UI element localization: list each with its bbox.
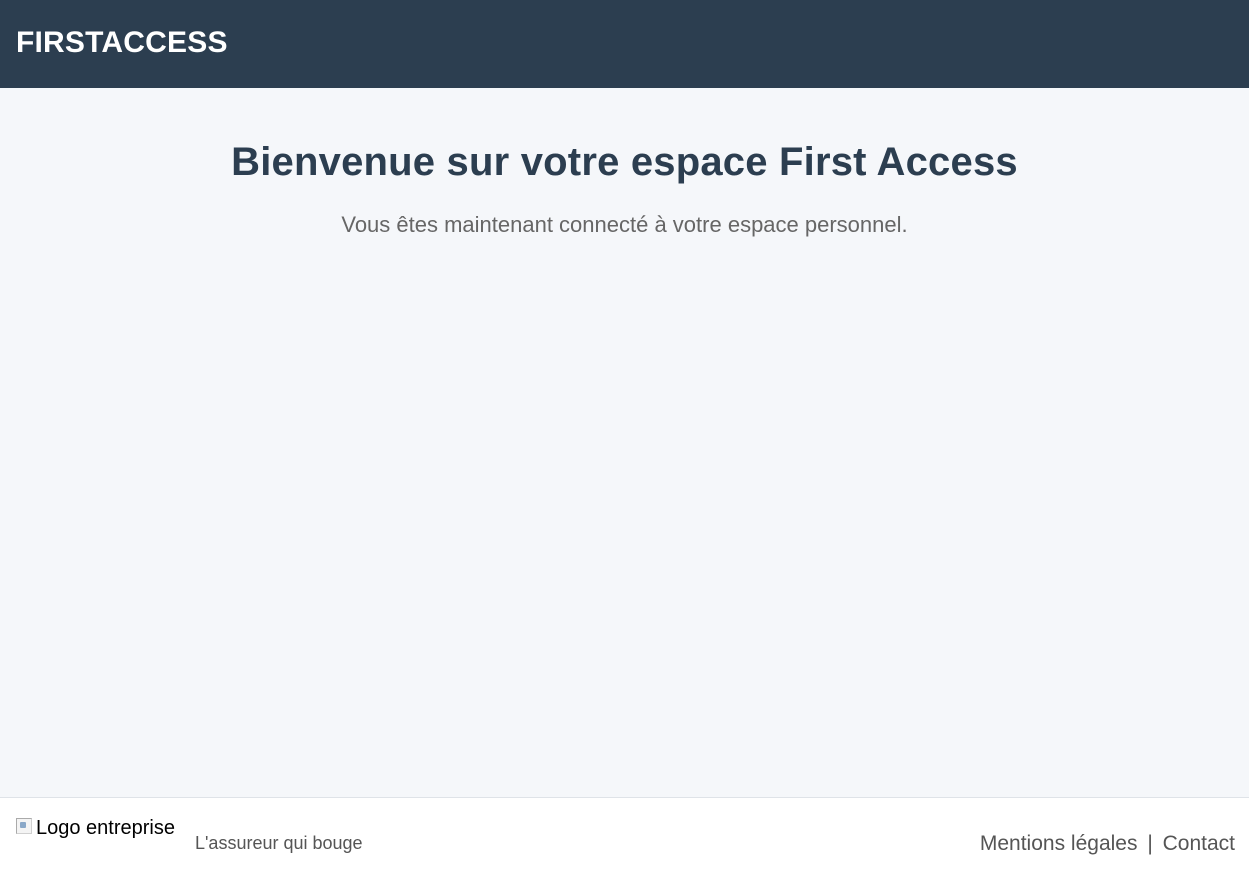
footer-left: Logo entreprise L'assureur qui bouge — [16, 818, 363, 854]
footer-links: Mentions légales | Contact — [980, 832, 1235, 856]
link-separator: | — [1147, 832, 1153, 855]
broken-image-icon — [16, 818, 32, 834]
welcome-subtitle: Vous êtes maintenant connecté à votre es… — [341, 212, 908, 237]
footer: Logo entreprise L'assureur qui bouge Men… — [0, 797, 1249, 879]
contact-link[interactable]: Contact — [1163, 832, 1235, 855]
top-header: FIRSTACCESS — [0, 0, 1249, 88]
company-logo: Logo entreprise — [16, 818, 175, 838]
logo-alt-text: Logo entreprise — [36, 817, 175, 839]
footer-tagline: L'assureur qui bouge — [194, 833, 363, 853]
page: FIRSTACCESS Bienvenue sur votre espace F… — [0, 0, 1249, 879]
main-content: Bienvenue sur votre espace First Access … — [0, 88, 1249, 797]
welcome-title: Bienvenue sur votre espace First Access — [231, 140, 1018, 184]
brand-name: FIRSTACCESS — [16, 26, 228, 59]
legal-notice-link[interactable]: Mentions légales — [980, 832, 1138, 855]
